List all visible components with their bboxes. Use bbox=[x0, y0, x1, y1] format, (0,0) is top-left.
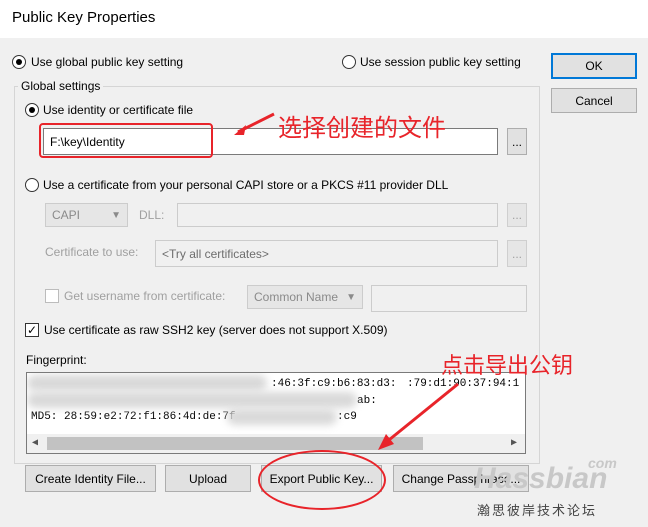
redaction-blur bbox=[227, 409, 337, 425]
use-capi-label: Use a certificate from your personal CAP… bbox=[43, 178, 449, 192]
arrow-icon bbox=[234, 112, 275, 135]
dll-browse-button[interactable]: ... bbox=[507, 203, 527, 227]
dll-label: DLL: bbox=[139, 208, 165, 222]
redaction-blur bbox=[27, 392, 357, 408]
fingerprint-line: MD5: 28:59:e2:72:f1:86:4d:de:7f bbox=[31, 411, 236, 423]
username-input[interactable] bbox=[371, 285, 527, 312]
certificate-to-use-label: Certificate to use: bbox=[45, 245, 139, 259]
highlight-export-ellipse bbox=[258, 450, 386, 510]
provider-select-value: CAPI bbox=[52, 208, 81, 222]
global-settings-title: Global settings bbox=[18, 79, 104, 93]
highlight-identity-box bbox=[39, 123, 213, 158]
ok-button[interactable]: OK bbox=[551, 53, 637, 79]
use-identity-radio[interactable] bbox=[25, 103, 39, 117]
watermark-forum-name: 瀚思彼岸技术论坛 bbox=[477, 503, 598, 518]
fingerprint-line: :c9 bbox=[337, 411, 357, 423]
use-identity-label: Use identity or certificate file bbox=[43, 103, 194, 117]
username-source-value: Common Name bbox=[254, 290, 339, 304]
use-session-label: Use session public key setting bbox=[360, 55, 521, 69]
provider-select[interactable]: CAPI ▼ bbox=[45, 203, 128, 227]
scroll-left-icon[interactable]: ◀ bbox=[32, 437, 38, 449]
annotation-click-export: 点击导出公钥 bbox=[441, 354, 574, 379]
watermark-logo-sup: com bbox=[588, 455, 617, 471]
chevron-down-icon: ▼ bbox=[111, 209, 121, 221]
redaction-blur bbox=[27, 375, 267, 391]
annotation-select-file: 选择创建的文件 bbox=[278, 114, 446, 142]
scroll-right-icon[interactable]: ▶ bbox=[511, 437, 517, 449]
scrollbar-thumb[interactable] bbox=[47, 437, 423, 450]
username-source-select[interactable]: Common Name ▼ bbox=[247, 285, 363, 309]
cancel-button[interactable]: Cancel bbox=[551, 88, 637, 113]
raw-ssh2-checkbox[interactable]: ✓ bbox=[25, 323, 39, 337]
create-identity-file-button[interactable]: Create Identity File... bbox=[25, 465, 156, 492]
chevron-down-icon: ▼ bbox=[346, 291, 356, 303]
identity-browse-button[interactable]: ... bbox=[507, 128, 527, 155]
window-title: Public Key Properties bbox=[12, 9, 156, 26]
use-global-radio[interactable] bbox=[12, 55, 26, 69]
fingerprint-label: Fingerprint: bbox=[26, 353, 87, 367]
dll-input[interactable] bbox=[177, 203, 498, 227]
use-session-radio[interactable] bbox=[342, 55, 356, 69]
arrow-icon bbox=[378, 382, 459, 450]
certificate-to-use-input[interactable]: <Try all certificates> bbox=[155, 240, 498, 267]
get-username-label: Get username from certificate: bbox=[64, 289, 226, 303]
use-global-label: Use global public key setting bbox=[31, 55, 184, 69]
use-capi-radio[interactable] bbox=[25, 178, 39, 192]
certificate-browse-button[interactable]: ... bbox=[507, 240, 527, 267]
raw-ssh2-label: Use certificate as raw SSH2 key (server … bbox=[44, 323, 388, 337]
upload-button[interactable]: Upload bbox=[165, 465, 251, 492]
get-username-checkbox[interactable] bbox=[45, 289, 59, 303]
